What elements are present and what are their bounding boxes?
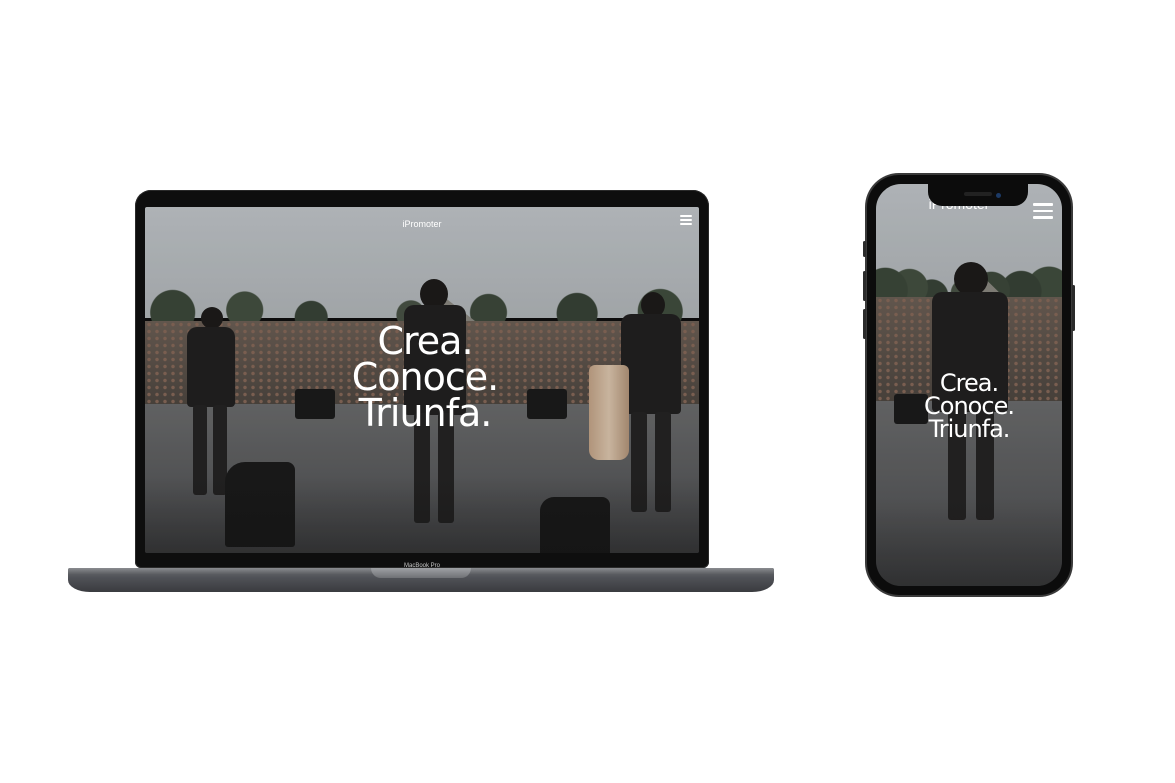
laptop-base <box>68 568 774 592</box>
phone-screen: iPromoter Crea. Conoce. Triunfa. <box>876 184 1062 586</box>
phone-device: iPromoter Crea. Conoce. Triunfa. <box>863 175 1075 595</box>
hamburger-menu-icon[interactable] <box>680 215 692 225</box>
headline-line-3: Triunfa. <box>358 391 493 435</box>
hero-headline: Crea. Conoce. Triunfa. <box>335 319 515 435</box>
phone-volume-up-button <box>863 271 866 301</box>
laptop-opening-notch <box>371 568 471 578</box>
hamburger-menu-icon[interactable] <box>1033 203 1053 219</box>
phone-silent-switch <box>863 241 866 257</box>
hero-headline: Crea. Conoce. Triunfa. <box>896 371 1042 443</box>
headline-line-3: Triunfa. <box>928 415 1011 443</box>
laptop-screen: iPromoter Crea. Conoce. Triunfa. <box>145 207 699 553</box>
laptop-model-label: MacBook Pro <box>403 563 440 569</box>
phone-volume-down-button <box>863 309 866 339</box>
headline-line-1: Crea. <box>377 319 473 363</box>
headline-line-2: Conoce. <box>351 355 499 399</box>
site-brand[interactable]: iPromoter <box>145 219 699 229</box>
laptop-device: iPromoter Crea. Conoce. Triunfa. <box>135 190 709 568</box>
phone-power-button <box>1072 285 1075 331</box>
